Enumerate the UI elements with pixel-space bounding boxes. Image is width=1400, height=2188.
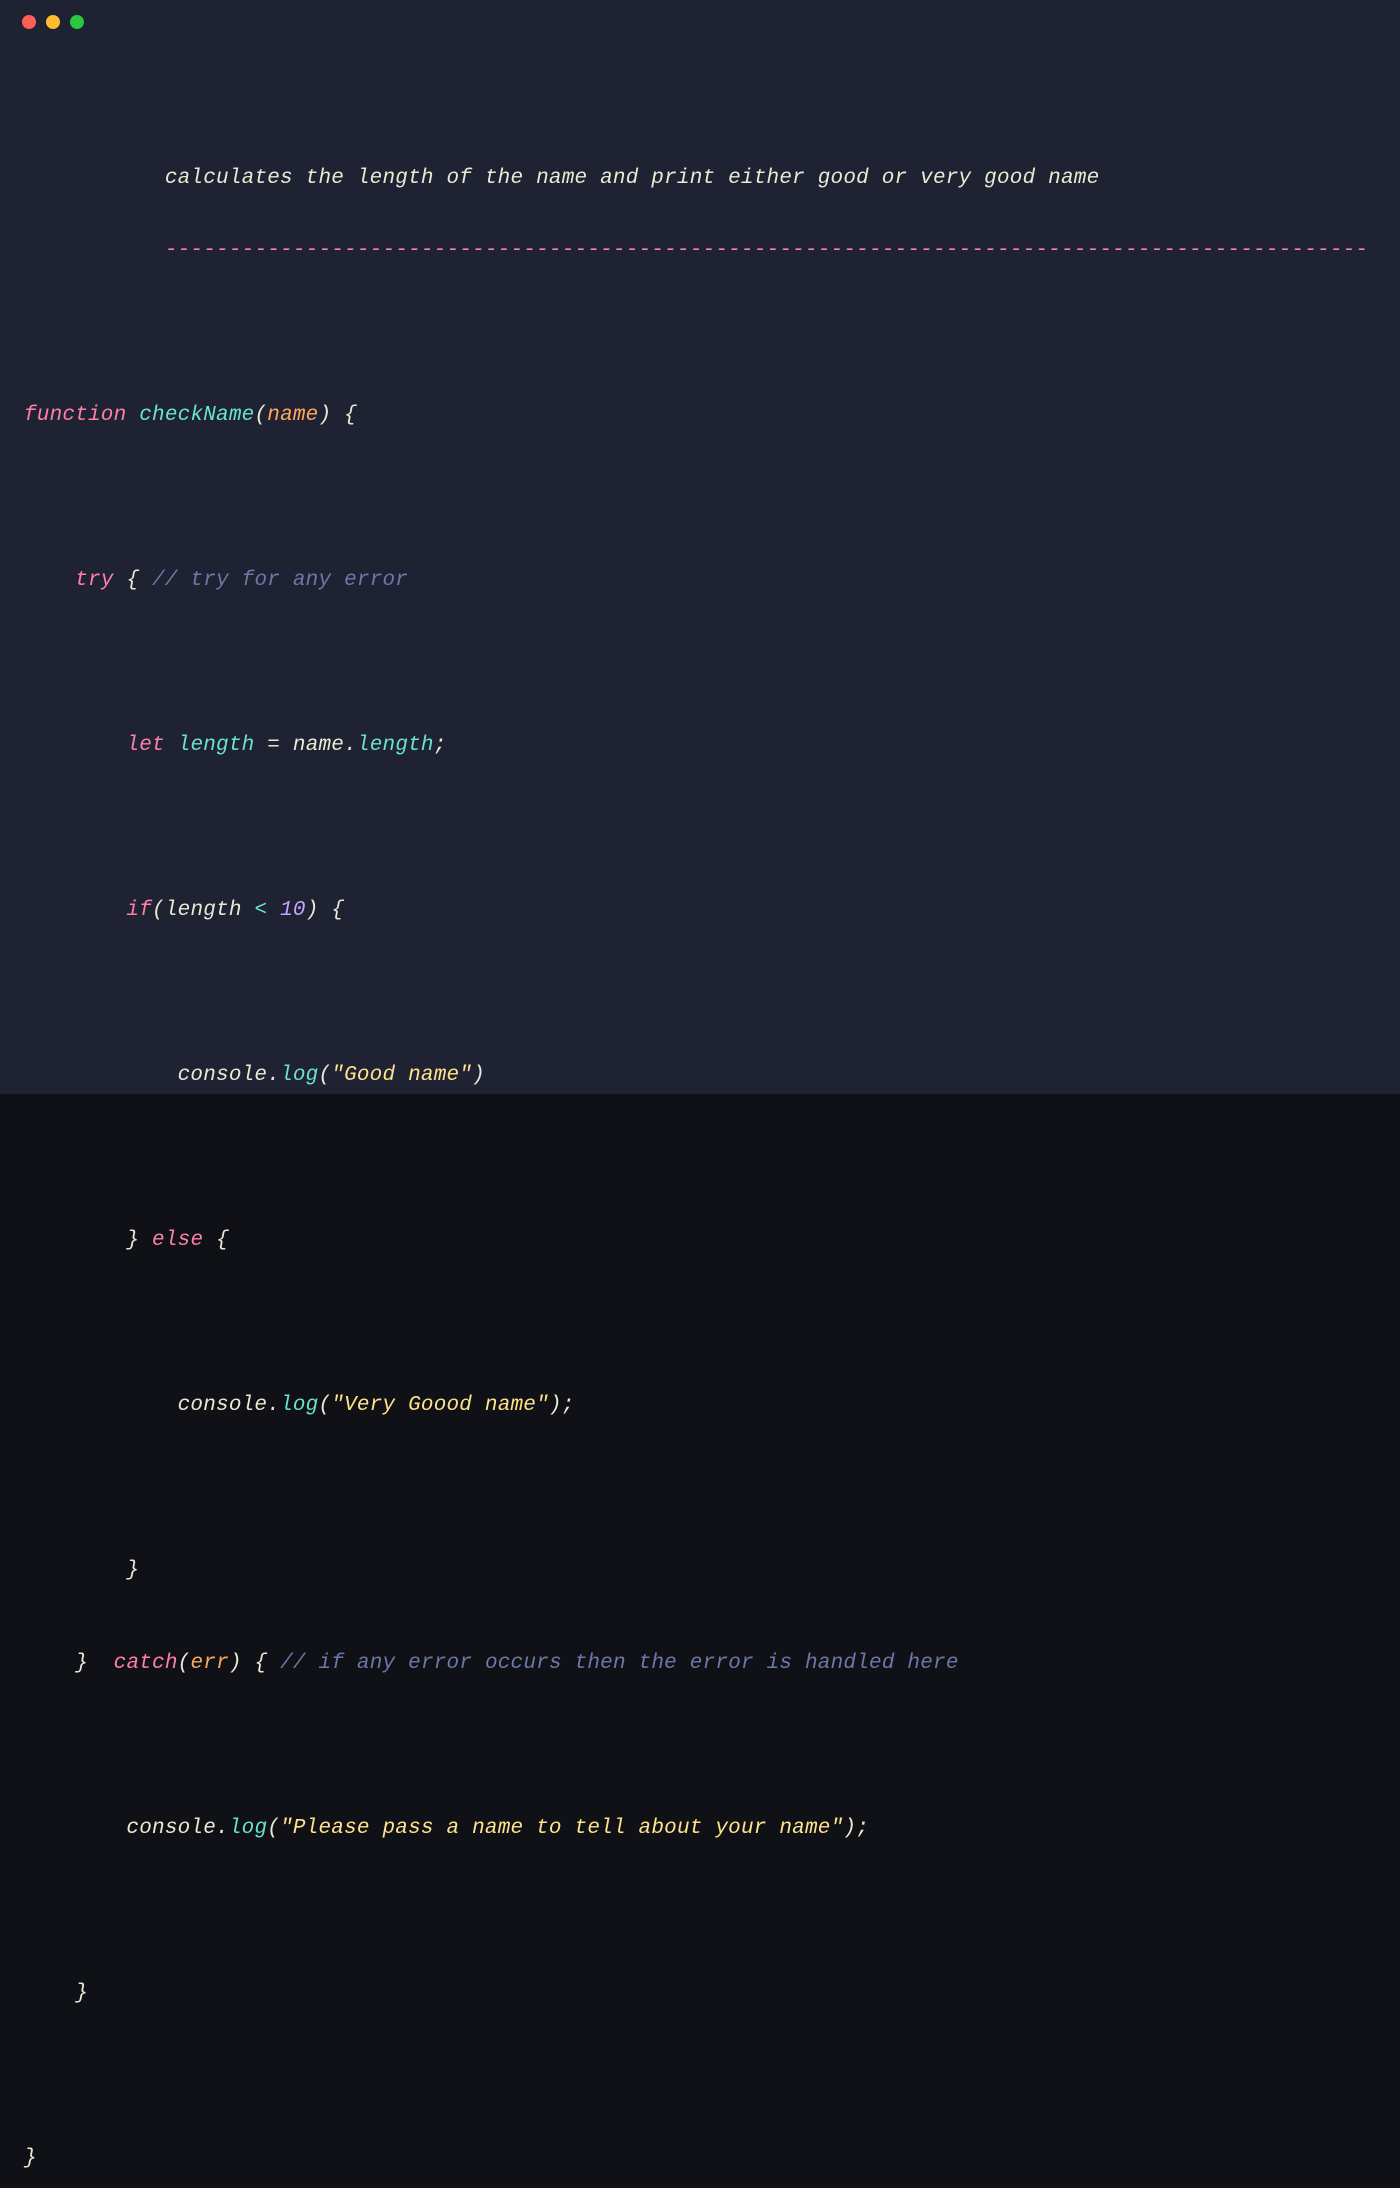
function-name: checkName [139,404,254,427]
code-line: console.log("Good name") [24,1065,1376,1095]
brace-close: } [24,2147,37,2170]
maximize-icon[interactable] [70,15,84,29]
property: length [357,734,434,757]
paren-close: ) [843,1817,856,1840]
object: console [178,1394,268,1417]
blank-line [24,1137,1376,1167]
method: log [280,1394,318,1417]
string: "Very Goood name" [331,1394,549,1417]
blank-line [24,972,1376,1002]
paren-close: ) [229,1652,242,1675]
semicolon: ; [856,1817,869,1840]
code-line: } [24,2148,1376,2178]
paren-open: ( [267,1817,280,1840]
blank-line [24,477,1376,507]
code-line: try { // try for any error [24,570,1376,600]
comment: // try for any error [152,569,408,592]
code-line: } [24,1983,1376,2013]
paren-close: ) [318,404,331,427]
keyword-catch: catch [114,1652,178,1675]
semicolon: ; [562,1394,575,1417]
dot: . [267,1064,280,1087]
code-window: calculates the length of the name and pr… [0,0,1400,1094]
comment-text: calculates the length of the name and pr… [165,167,1100,190]
brace-close: } [126,1229,139,1252]
brace-open: { [331,899,344,922]
code-line: let length = name.length; [24,735,1376,765]
keyword-function: function [24,404,126,427]
param-err: err [190,1652,228,1675]
minimize-icon[interactable] [46,15,60,29]
blank-line [24,1725,1376,1755]
brace-open: { [126,569,139,592]
blank-line [24,1302,1376,1332]
keyword-try: try [75,569,113,592]
code-line: } catch(err) { // if any error occurs th… [24,1653,1376,1683]
blank-line [24,312,1376,342]
brace-close: } [75,1982,88,2005]
number: 10 [280,899,306,922]
code-line: } else { [24,1230,1376,1260]
code-line: function checkName(name) { [24,405,1376,435]
paren-open: ( [152,899,165,922]
object: console [126,1817,216,1840]
string: "Good name" [331,1064,472,1087]
code-line: console.log("Please pass a name to tell … [24,1818,1376,1848]
string: "Please pass a name to tell about your n… [280,1817,843,1840]
object: console [178,1064,268,1087]
divider-line: ----------------------------------------… [24,240,1376,270]
brace-open: { [216,1229,229,1252]
paren-open: ( [318,1394,331,1417]
code-line: } [24,1560,1376,1590]
divider: ----------------------------------------… [165,239,1368,262]
paren-open: ( [254,404,267,427]
method: log [280,1064,318,1087]
paren-close: ) [472,1064,485,1087]
dot: . [216,1817,229,1840]
method: log [229,1817,267,1840]
code-block: calculates the length of the name and pr… [0,44,1400,2188]
variable: length [165,899,242,922]
variable: length [178,734,255,757]
code-line: if(length < 10) { [24,900,1376,930]
brace-open: { [255,1652,268,1675]
semicolon: ; [434,734,447,757]
operator: < [254,899,267,922]
keyword-if: if [126,899,152,922]
blank-line [24,96,1376,126]
comment: // if any error occurs then the error is… [280,1652,959,1675]
brace-open: { [344,404,357,427]
dot: . [344,734,357,757]
code-line: console.log("Very Goood name"); [24,1395,1376,1425]
blank-line [24,2055,1376,2085]
keyword-let: let [126,734,164,757]
window-titlebar [0,0,1400,44]
brace-close: } [75,1652,88,1675]
blank-line [24,642,1376,672]
blank-line [24,1467,1376,1497]
equals: = [267,734,280,757]
object: name [293,734,344,757]
header-comment: calculates the length of the name and pr… [24,168,1376,198]
paren-close: ) [306,899,319,922]
keyword-else: else [152,1229,203,1252]
blank-line [24,1890,1376,1920]
param-name: name [267,404,318,427]
blank-line [24,807,1376,837]
brace-close: } [126,1559,139,1582]
dot: . [267,1394,280,1417]
paren-open: ( [178,1652,191,1675]
close-icon[interactable] [22,15,36,29]
paren-open: ( [318,1064,331,1087]
paren-close: ) [549,1394,562,1417]
